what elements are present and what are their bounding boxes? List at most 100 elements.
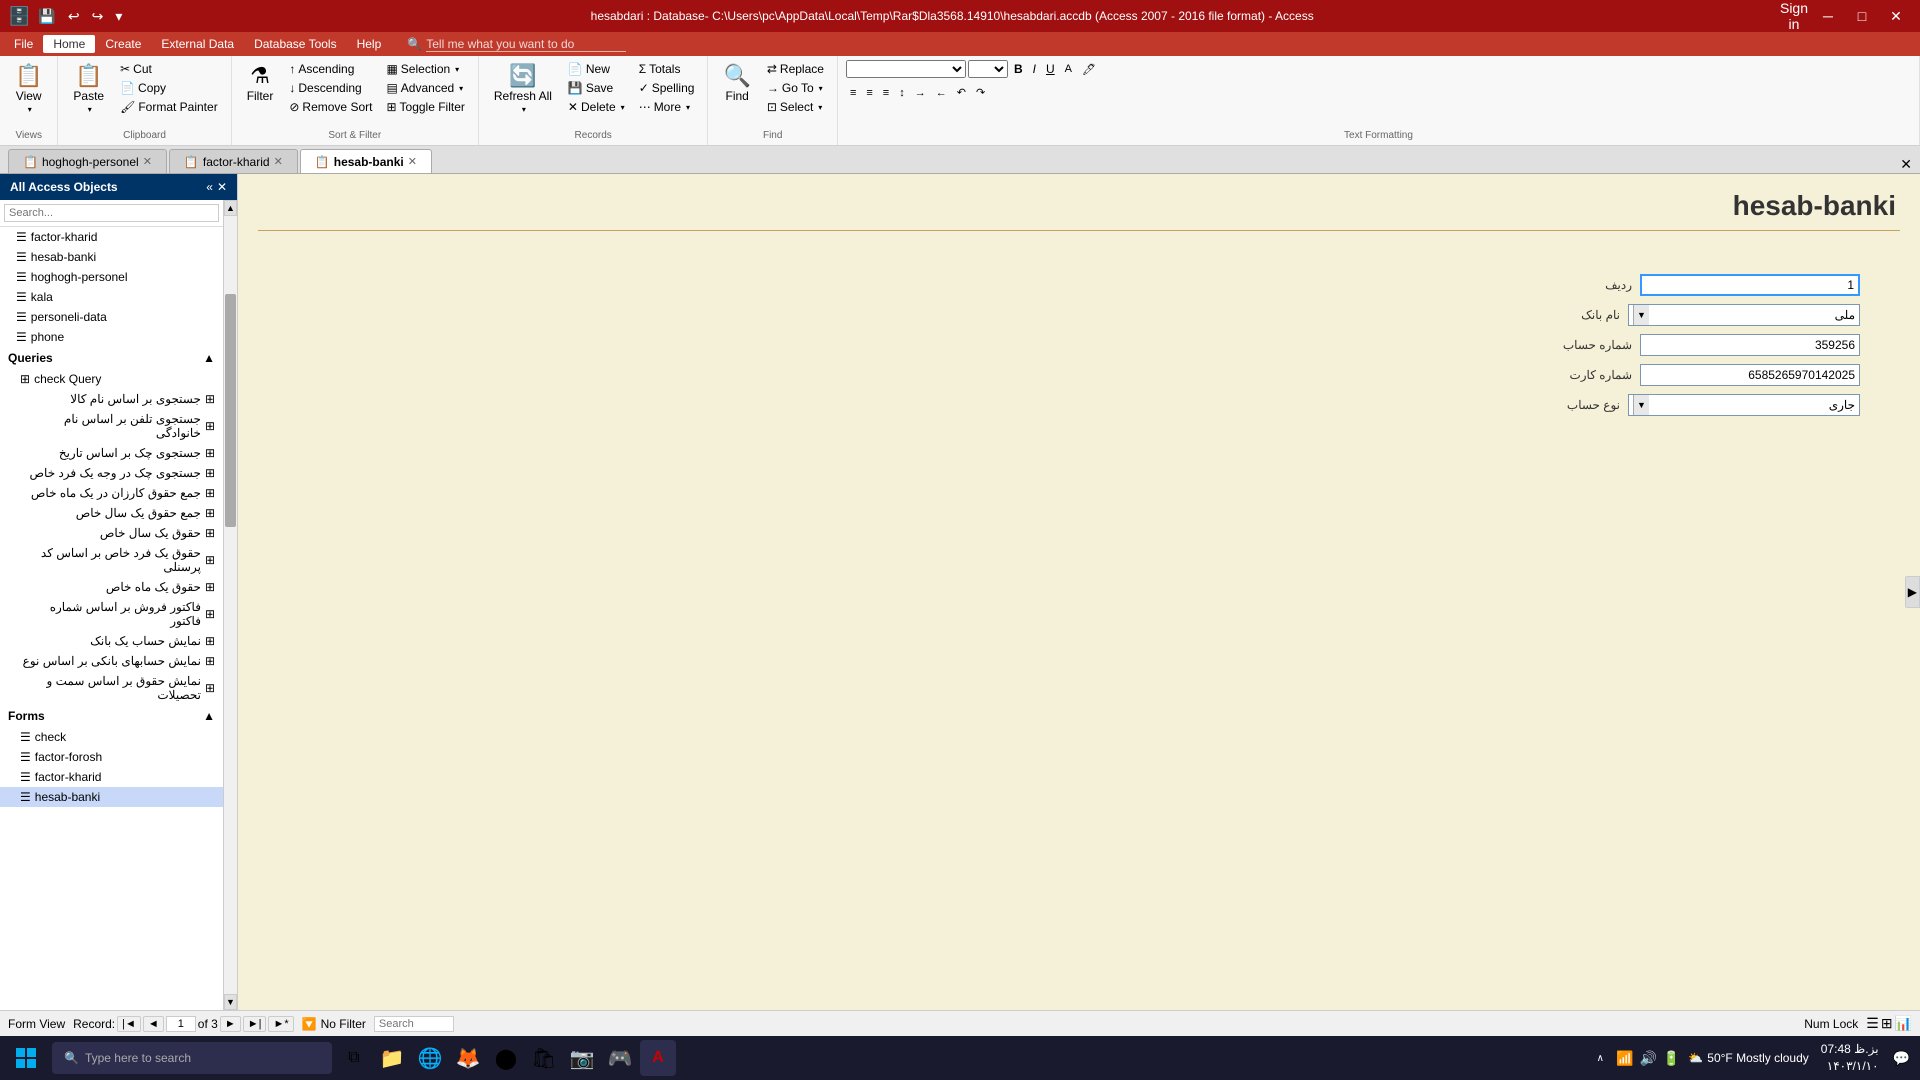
scroll-thumb[interactable] [225, 294, 236, 527]
first-record-button[interactable]: |◄ [117, 1016, 141, 1032]
menu-database-tools[interactable]: Database Tools [244, 35, 347, 53]
record-number-input[interactable] [166, 1016, 196, 1032]
access-button[interactable]: A [640, 1040, 676, 1076]
sidebar-forms-header[interactable]: Forms ▲ [0, 705, 223, 727]
datasheet-view-button[interactable]: ⊞ [1881, 1015, 1893, 1032]
sidebar-item[interactable]: ☰ hoghogh-personel [0, 267, 223, 287]
new-button[interactable]: 📄 New [563, 60, 630, 78]
prev-record-button[interactable]: ◄ [143, 1016, 164, 1032]
copy-button[interactable]: 📄 Copy [115, 79, 223, 97]
sidebar-item[interactable]: ⊞ جستجوی بر اساس نام کالا [0, 389, 223, 409]
notification-button[interactable]: 💬 [1887, 1046, 1916, 1071]
sidebar-item[interactable]: ⊞ نمایش حسابهای بانکی بر اساس نوع [0, 651, 223, 671]
save-quick-btn[interactable]: 💾 [34, 6, 59, 27]
sidebar-item[interactable]: ☰ factor-forosh [0, 747, 223, 767]
sidebar-item[interactable]: ☰ factor-kharid [0, 227, 223, 247]
tab-close-3[interactable]: ✕ [408, 155, 417, 168]
menu-file[interactable]: File [4, 35, 43, 53]
highlight-button[interactable]: 🖊 [1078, 61, 1100, 78]
menu-help[interactable]: Help [347, 35, 392, 53]
paste-button[interactable]: 📋 Paste ▾ [66, 60, 111, 119]
form-view-button[interactable]: ☰ [1866, 1015, 1879, 1032]
goto-button[interactable]: → Go To ▾ [762, 79, 829, 97]
sidebar-queries-header[interactable]: Queries ▲ [0, 347, 223, 369]
align-right-button[interactable]: ≡ [879, 85, 893, 101]
menu-create[interactable]: Create [95, 35, 151, 53]
filter-button[interactable]: ⚗ Filter [240, 60, 281, 108]
redo-btn[interactable]: ↪ [88, 6, 108, 27]
find-button[interactable]: 🔍 Find [716, 60, 757, 108]
close-button[interactable]: ✕ [1880, 0, 1912, 32]
more-button[interactable]: ⋯ More ▾ [634, 98, 700, 116]
align-center-button[interactable]: ≡ [862, 85, 876, 101]
undo-btn[interactable]: ↩ [64, 6, 84, 27]
sidebar-close-button[interactable]: ✕ [217, 180, 227, 194]
input-radif[interactable] [1640, 274, 1860, 296]
format-painter-button[interactable]: 🖌 Format Painter [115, 98, 223, 116]
save-button[interactable]: 💾 Save [563, 79, 630, 97]
task-view-button[interactable]: ⧉ [336, 1040, 372, 1076]
chrome-button[interactable]: ⬤ [488, 1040, 524, 1076]
sidebar-item[interactable]: ☰ phone [0, 327, 223, 347]
record-search-input[interactable] [374, 1016, 454, 1032]
sidebar-item[interactable]: ☰ kala [0, 287, 223, 307]
taskbar-search-input[interactable] [85, 1051, 285, 1065]
sidebar-item[interactable]: ☰ factor-kharid [0, 767, 223, 787]
sidebar-item[interactable]: ☰ personeli-data [0, 307, 223, 327]
sidebar-item[interactable]: ⊞ فاکتور فروش بر اساس شماره فاکتور [0, 597, 223, 631]
photos-button[interactable]: 📷 [564, 1040, 600, 1076]
indent-increase-button[interactable]: → [911, 85, 930, 101]
menu-home[interactable]: Home [43, 35, 95, 53]
sidebar-right-collapse[interactable]: ▶ [1905, 576, 1920, 608]
sidebar-item[interactable]: ⊞ جستجوی چک بر اساس تاریخ [0, 443, 223, 463]
refresh-all-button[interactable]: 🔄 Refresh All ▾ [487, 60, 559, 119]
tray-show-button[interactable]: ∧ [1591, 1049, 1610, 1068]
tab-factor-kharid[interactable]: 📋 factor-kharid ✕ [169, 149, 298, 173]
selection-button[interactable]: ▦ Selection ▾ [381, 60, 469, 78]
font-color-button[interactable]: A [1061, 61, 1076, 77]
tab-hoghogh-personel[interactable]: 📋 hoghogh-personel ✕ [8, 149, 167, 173]
firefox-button[interactable]: 🦊 [450, 1040, 486, 1076]
bank-name-arrow[interactable]: ▼ [1633, 305, 1649, 325]
sidebar-item[interactable]: ⊞ نمایش حقوق بر اساس سمت و تحصیلات [0, 671, 223, 705]
tab-close-1[interactable]: ✕ [143, 155, 152, 168]
indent-decrease-button[interactable]: ← [932, 85, 951, 101]
layout-view-button[interactable]: 📊 [1895, 1015, 1912, 1032]
sign-in-button[interactable]: Sign in [1778, 0, 1810, 32]
start-button[interactable] [4, 1038, 48, 1078]
next-record-button[interactable]: ► [220, 1016, 241, 1032]
input-account-number[interactable] [1640, 334, 1860, 356]
maximize-button[interactable]: □ [1846, 0, 1878, 32]
delete-button[interactable]: ✕ Delete ▾ [563, 98, 630, 116]
tell-me-input[interactable] [426, 37, 626, 52]
tab-close-2[interactable]: ✕ [274, 155, 283, 168]
scroll-down-button[interactable]: ▼ [224, 994, 237, 1010]
sidebar-item[interactable]: ⊞ نمایش حساب یک بانک [0, 631, 223, 651]
menu-external-data[interactable]: External Data [151, 35, 244, 53]
descending-button[interactable]: ↓ Descending [284, 79, 377, 97]
edge-browser-button[interactable]: 🌐 [412, 1040, 448, 1076]
sidebar-item-hesab-banki[interactable]: ☰ hesab-banki [0, 787, 223, 807]
quick-access-dropdown[interactable]: ▾ [111, 6, 126, 27]
align-left-button[interactable]: ≡ [846, 85, 860, 101]
toggle-filter-button[interactable]: ⊞ Toggle Filter [381, 98, 469, 116]
font-size-select[interactable] [968, 60, 1008, 78]
spelling-button[interactable]: ✓ Spelling [634, 79, 700, 97]
sidebar-item[interactable]: ⊞ حقوق یک ماه خاص [0, 577, 223, 597]
line-height-button[interactable]: ↕ [895, 85, 909, 101]
last-record-button[interactable]: ►| [243, 1016, 267, 1032]
ltr-button[interactable]: ↷ [972, 84, 989, 101]
sidebar-item[interactable]: ☰ hesab-banki [0, 247, 223, 267]
rtl-button[interactable]: ↶ [953, 84, 970, 101]
italic-button[interactable]: I [1029, 60, 1040, 78]
sidebar-item[interactable]: ⊞ check Query [0, 369, 223, 389]
file-explorer-button[interactable]: 📁 [374, 1040, 410, 1076]
select-bank-name[interactable]: ملی ▼ [1628, 304, 1860, 326]
tab-hesab-banki[interactable]: 📋 hesab-banki ✕ [300, 149, 432, 173]
new-record-button[interactable]: ►* [268, 1016, 293, 1032]
sidebar-collapse-button[interactable]: « [206, 180, 213, 194]
sidebar-item[interactable]: ⊞ جمع حقوق کارزان در یک ماه خاص [0, 483, 223, 503]
sidebar-item[interactable]: ⊞ حقوق یک فرد خاص بر اساس کد پرسنلی [0, 543, 223, 577]
scroll-up-button[interactable]: ▲ [224, 200, 237, 216]
view-button[interactable]: 📋 View ▾ [8, 60, 49, 119]
